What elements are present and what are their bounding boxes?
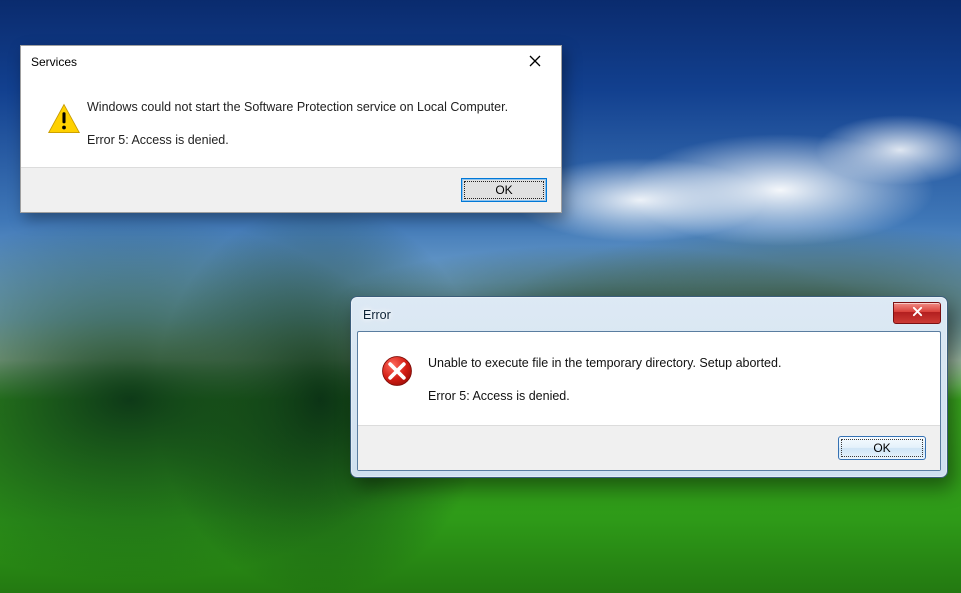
services-message-line1: Windows could not start the Software Pro… [87,98,531,117]
services-message-line2: Error 5: Access is denied. [87,131,531,150]
error-dialog-footer: OK [358,425,940,470]
error-dialog-message: Unable to execute file in the temporary … [428,354,918,407]
services-dialog-title: Services [31,55,77,69]
error-message-line2: Error 5: Access is denied. [428,387,918,406]
close-icon [912,306,923,320]
error-dialog-title: Error [363,308,391,322]
services-dialog-body: Windows could not start the Software Pro… [21,78,561,167]
close-button[interactable] [515,48,555,76]
error-dialog-body: Unable to execute file in the temporary … [358,332,940,425]
desktop-wallpaper: Services Windows could not start the Sof… [0,0,961,593]
error-dialog-client: Unable to execute file in the temporary … [357,331,941,471]
error-dialog: Error [350,296,948,478]
error-icon [380,354,428,407]
close-icon [529,55,541,70]
services-dialog-footer: OK [21,167,561,212]
error-message-line1: Unable to execute file in the temporary … [428,354,918,373]
ok-button[interactable]: OK [461,178,547,202]
services-dialog: Services Windows could not start the Sof… [20,45,562,213]
services-dialog-titlebar: Services [21,46,561,78]
error-dialog-titlebar: Error [357,303,941,331]
warning-icon [47,98,87,151]
ok-button[interactable]: OK [838,436,926,460]
close-button[interactable] [893,302,941,324]
services-dialog-message: Windows could not start the Software Pro… [87,98,531,151]
